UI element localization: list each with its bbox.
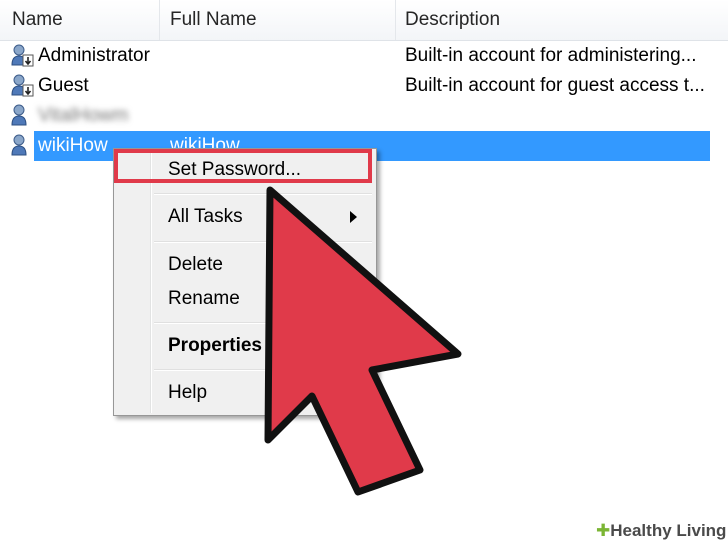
menu-item-rename[interactable]: Rename (168, 288, 240, 310)
watermark-brand: Healthy Living (610, 521, 727, 540)
user-account-icon (11, 74, 34, 97)
menu-item-all-tasks[interactable]: All Tasks (168, 206, 243, 228)
column-divider[interactable] (395, 0, 396, 40)
user-account-icon (11, 104, 27, 126)
list-item[interactable]: Administrator Built-in account for admin… (0, 41, 728, 71)
context-menu: Set Password... All Tasks Delete Rename … (113, 148, 377, 416)
column-header-bar: Name Full Name Description (0, 0, 728, 41)
menu-item-delete[interactable]: Delete (168, 254, 223, 276)
menu-gutter (151, 151, 152, 413)
plus-icon: ✚ (596, 521, 611, 540)
menu-item-help[interactable]: Help (168, 382, 207, 404)
column-header-name[interactable]: Name (12, 0, 63, 40)
column-header-full-name[interactable]: Full Name (170, 0, 257, 40)
menu-separator (154, 241, 372, 243)
list-item[interactable]: Guest Built-in account for guest access … (0, 71, 728, 101)
user-name: Guest (38, 75, 89, 96)
menu-separator (154, 322, 372, 324)
column-divider[interactable] (159, 0, 160, 40)
user-account-icon (11, 134, 27, 156)
watermark-logo: ✚Healthy Living (596, 521, 726, 541)
user-description: Built-in account for administering... (405, 45, 697, 66)
submenu-arrow-icon (350, 211, 357, 223)
list-item[interactable]: VitalHowm (0, 101, 728, 131)
menu-item-properties[interactable]: Properties (168, 335, 262, 357)
user-name: Administrator (38, 45, 150, 66)
user-name-blurred: VitalHowm (38, 105, 129, 126)
menu-separator (154, 193, 372, 195)
user-account-icon (11, 44, 34, 67)
menu-separator (154, 369, 372, 371)
user-name: wikiHow (38, 135, 108, 156)
column-header-description[interactable]: Description (405, 0, 500, 40)
user-description: Built-in account for guest access t... (405, 75, 705, 96)
annotation-highlight-box (114, 149, 372, 183)
